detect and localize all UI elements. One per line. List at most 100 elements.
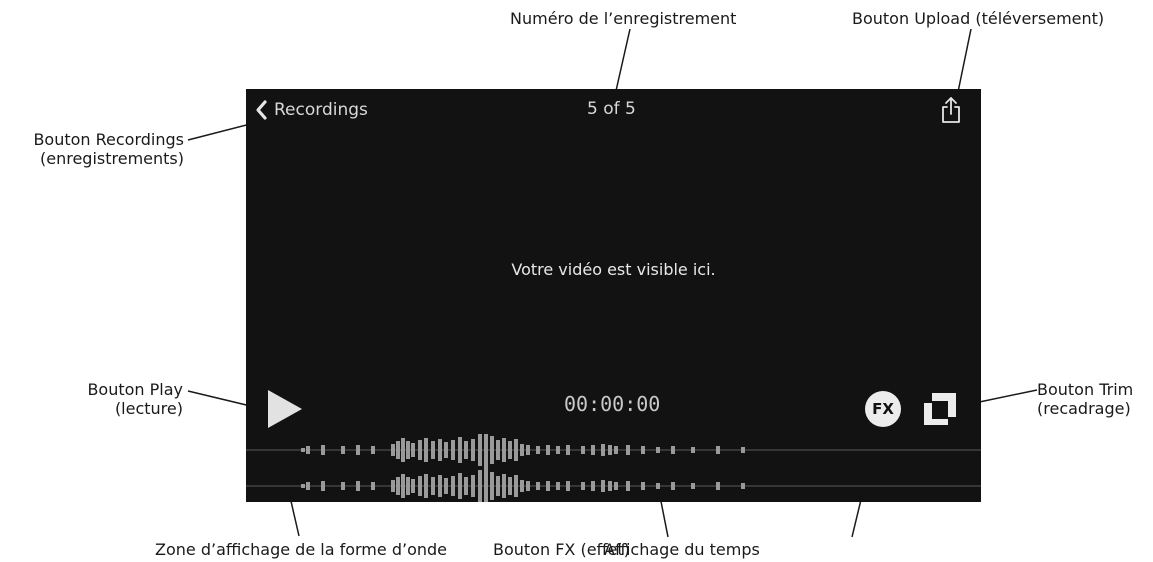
time-readout: 00:00:00 [564,392,661,416]
waveform-segment [691,447,695,453]
waveform-segment [411,479,415,493]
waveform-segment [556,482,560,490]
waveform-segment [520,444,524,456]
waveform-segment [656,447,660,453]
recordings-back-button[interactable]: Recordings [254,97,368,123]
waveform-segment [526,481,530,491]
waveform-segment [306,446,310,454]
waveform-segment [716,446,720,454]
waveform-segment [406,441,410,459]
callout-recording-number: Numéro de l’enregistrement [510,9,736,28]
video-placeholder-message: Votre vidéo est visible ici. [511,260,716,279]
waveform-segment [396,477,400,495]
waveform-segment [591,481,595,491]
waveform-segment [431,441,435,459]
waveform-segment [626,445,630,455]
waveform-segment [601,480,605,492]
callout-recording-number-text: Numéro de l’enregistrement [510,9,737,28]
waveform-segment [396,441,400,459]
waveform-segment [438,475,442,497]
waveform-segment [741,447,745,453]
callout-time-text: Affichage du temps [604,540,760,559]
waveform-segment [556,446,560,454]
waveform-segment [490,436,494,464]
recording-playback-screen: Recordings 5 of 5 Votre vidéo est visibl… [246,89,981,502]
fx-button[interactable]: FX [865,391,901,427]
waveform-segment [641,446,645,454]
waveform-segment [411,443,415,457]
waveform-segment [451,440,455,460]
waveform-segment [371,446,375,454]
recording-counter: 5 of 5 [587,99,636,119]
waveform-segment [418,440,422,460]
waveform-segment [502,474,506,498]
waveform-segment [431,477,435,495]
waveform-segment [418,476,422,496]
waveform-segment [508,441,512,459]
callout-waveform-zone: Zone d’affichage de la forme d’onde [155,540,447,559]
share-upload-icon[interactable] [939,95,963,125]
callout-recordings-line1: Bouton Recordings [33,130,184,149]
callout-play-line2: (lecture) [114,399,183,418]
waveform-segment [656,483,660,489]
waveform-segment [478,434,482,466]
waveform-segment [671,446,675,454]
waveform-segment [608,445,612,455]
waveform-segment [371,482,375,490]
waveform-segment [566,481,570,491]
waveform-segment [451,476,455,496]
waveform-segment [321,481,325,491]
waveform-segment [478,470,482,502]
waveform-segment [691,483,695,489]
callout-trim-line2: (recadrage) [1037,399,1131,418]
waveform-channel-left [246,434,981,468]
callout-waveform-text: Zone d’affichage de la forme d’onde [155,540,447,559]
waveform-segment [614,482,618,490]
callout-upload-button-text: Bouton Upload (téléversement) [852,9,1105,28]
waveform-segment [626,481,630,491]
waveform-segment [496,476,500,496]
waveform-segment [301,448,305,452]
waveform-display[interactable] [246,434,981,502]
waveform-segment [526,445,530,455]
waveform-segment [424,474,428,498]
waveform-segment [514,439,518,461]
play-icon[interactable] [265,387,305,431]
callout-play-button: Bouton Play (lecture) [87,380,183,418]
waveform-segment [356,481,360,491]
waveform-segment [546,445,550,455]
waveform-segment [471,439,475,461]
waveform-segment [341,482,345,490]
waveform-segment [536,446,540,454]
trim-icon[interactable] [921,390,959,428]
waveform-segment [581,482,585,490]
waveform-segment [484,434,488,468]
waveform-segment [716,482,720,490]
waveform-segment [438,439,442,461]
waveform-segment [514,475,518,497]
waveform-segment [458,437,462,463]
waveform-segment [301,484,305,488]
waveform-segment [671,482,675,490]
waveform-segment [502,438,506,462]
waveform-segment [401,474,405,498]
callout-play-line1: Bouton Play [87,380,183,399]
waveform-segment [391,480,395,492]
waveform-segment [520,480,524,492]
waveform-segment [406,477,410,495]
callout-trim-button: Bouton Trim (recadrage) [1037,380,1133,418]
waveform-segment [444,478,448,494]
waveform-segment [641,482,645,490]
waveform-segment [581,446,585,454]
waveform-segment [496,440,500,460]
waveform-segment [356,445,360,455]
callout-upload-button: Bouton Upload (téléversement) [852,9,1104,28]
callout-recordings-line2: (enregistrements) [40,149,184,168]
waveform-segment [471,475,475,497]
waveform-segment [566,445,570,455]
waveform-segment [601,444,605,456]
callout-time-display: Affichage du temps [604,540,760,559]
waveform-segment [536,482,540,490]
callout-trim-line1: Bouton Trim [1037,380,1134,399]
waveform-segment [484,468,488,502]
